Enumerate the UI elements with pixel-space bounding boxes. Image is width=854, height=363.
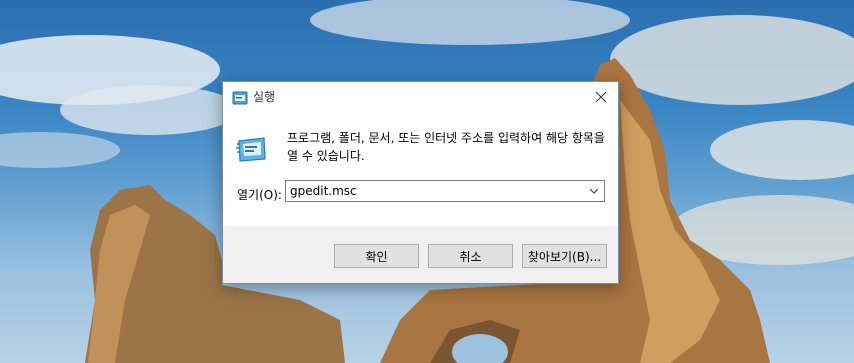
dropdown-button[interactable] — [586, 182, 602, 200]
dialog-body: 프로그램, 폴더, 문서, 또는 인터넷 주소를 입력하여 해당 항목을 열 수… — [223, 113, 618, 226]
open-combobox[interactable]: gpedit.msc — [285, 180, 605, 202]
run-icon — [232, 90, 248, 105]
dialog-footer: 확인 취소 찾아보기(B)... — [223, 226, 618, 283]
open-label: 열기(O): — [237, 188, 282, 202]
dialog-title: 실행 — [253, 90, 276, 104]
close-icon — [595, 91, 607, 103]
run-dialog: 실행 프로그램, 폴더, 문서, 또는 인터넷 주소를 입력하여 해당 항목을 … — [222, 81, 619, 284]
ok-button[interactable]: 확인 — [334, 244, 419, 268]
close-button[interactable] — [584, 82, 618, 112]
run-app-icon — [236, 135, 268, 165]
cancel-button[interactable]: 취소 — [428, 244, 513, 268]
dialog-description: 프로그램, 폴더, 문서, 또는 인터넷 주소를 입력하여 해당 항목을 열 수… — [287, 131, 605, 163]
browse-button[interactable]: 찾아보기(B)... — [522, 244, 607, 268]
chevron-down-icon — [589, 188, 599, 194]
title-bar[interactable]: 실행 — [223, 82, 618, 113]
open-input-value[interactable]: gpedit.msc — [290, 184, 357, 198]
